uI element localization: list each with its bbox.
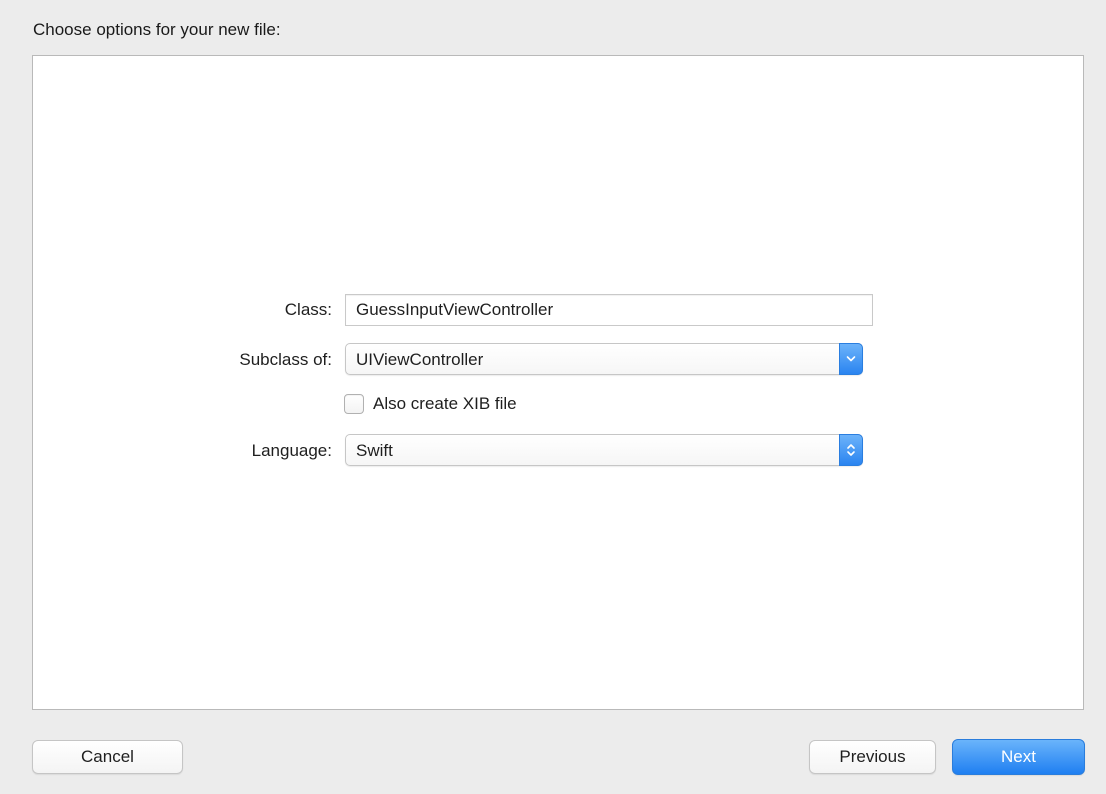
xib-checkbox-label[interactable]: Also create XIB file: [373, 394, 517, 414]
language-label: Language:: [251, 441, 332, 460]
language-value: Swift: [356, 441, 393, 460]
cancel-button[interactable]: Cancel: [32, 740, 183, 774]
language-popup[interactable]: Swift: [345, 434, 863, 466]
options-panel: [32, 55, 1084, 710]
xib-checkbox-row[interactable]: Also create XIB file: [344, 394, 517, 414]
next-button[interactable]: Next: [952, 739, 1085, 775]
previous-button[interactable]: Previous: [809, 740, 936, 774]
chevron-down-icon[interactable]: [839, 343, 863, 375]
dialog-heading: Choose options for your new file:: [33, 20, 281, 39]
class-name-field[interactable]: [345, 294, 873, 326]
xib-checkbox[interactable]: [344, 394, 364, 414]
subclass-popup[interactable]: UIViewController: [345, 343, 863, 375]
subclass-value: UIViewController: [356, 350, 484, 369]
up-down-chevron-icon[interactable]: [839, 434, 863, 466]
subclass-label: Subclass of:: [239, 350, 332, 369]
class-label: Class:: [284, 300, 332, 319]
new-file-options-dialog: Choose options for your new file: Class:…: [0, 0, 1106, 794]
